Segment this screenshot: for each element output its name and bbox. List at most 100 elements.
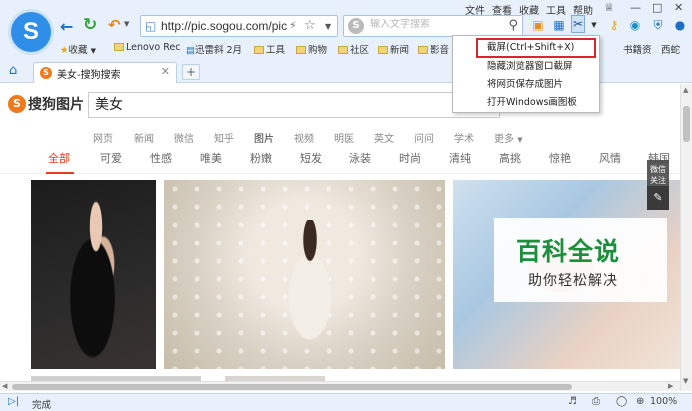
tab-academic[interactable]: 学术 xyxy=(454,130,474,145)
status-text: 完成 xyxy=(32,400,52,411)
tab-more[interactable]: 更多 ▼ xyxy=(494,130,523,145)
zoom-icon[interactable]: ⊕ xyxy=(636,396,644,407)
folder-icon xyxy=(254,46,264,54)
favorite-tools[interactable]: 工具 xyxy=(254,42,285,56)
category-cute[interactable]: 可爱 xyxy=(100,150,122,166)
tab-zhihu[interactable]: 知乎 xyxy=(214,130,234,145)
sogou-logo-icon: S xyxy=(8,95,26,113)
tab-images[interactable]: 图片 xyxy=(254,130,274,145)
zoom-level[interactable]: 100% xyxy=(650,396,677,407)
sogou-image-brand[interactable]: S 搜狗图片 xyxy=(8,94,84,114)
favorites-button[interactable]: ★收藏 ▼ xyxy=(60,42,96,56)
menu-item-save-page-as-image[interactable]: 将网页保存成图片 xyxy=(453,76,599,94)
maximize-icon[interactable]: □ xyxy=(652,1,662,14)
menu-item-screenshot[interactable]: 截屏(Ctrl+Shift+X) xyxy=(476,38,596,58)
home-icon[interactable]: ⌂ xyxy=(9,63,17,78)
undo-icon[interactable]: ↶ xyxy=(108,16,121,34)
image-result[interactable] xyxy=(31,180,156,369)
category-charm[interactable]: 风情 xyxy=(599,150,621,166)
menu-file[interactable]: 文件 xyxy=(465,2,485,17)
favorite-books[interactable]: 书籍资 xyxy=(623,42,652,56)
search-icon[interactable]: ⚲ xyxy=(508,18,518,33)
image-result[interactable] xyxy=(164,180,445,369)
favorite-xi[interactable]: 西蛇 xyxy=(661,42,680,56)
category-fashion[interactable]: 时尚 xyxy=(399,150,421,166)
status-bar: ▷| 完成 ♬ ⎙ ◯ ⊕ 100% xyxy=(0,393,692,411)
print-icon[interactable]: ⎙ xyxy=(592,396,600,407)
category-pink[interactable]: 粉嫩 xyxy=(250,150,272,166)
menu-item-hide-window-screenshot[interactable]: 隐藏浏览器窗口截屏 xyxy=(453,58,599,76)
address-dropdown-icon[interactable]: ▼ xyxy=(325,22,331,31)
favorite-shopping[interactable]: 购物 xyxy=(296,42,327,56)
scroll-right-icon[interactable]: ▶ xyxy=(668,382,673,390)
screenshot-scissors-icon[interactable]: ✂ xyxy=(571,15,585,33)
menu-favorites[interactable]: 收藏 xyxy=(519,2,539,17)
tab-web[interactable]: 网页 xyxy=(93,130,113,145)
address-url[interactable]: http://pic.sogou.com/pic xyxy=(161,19,287,33)
tab-wenwen[interactable]: 问问 xyxy=(414,130,434,145)
category-short-hair[interactable]: 短发 xyxy=(300,150,322,166)
translate-icon[interactable]: ◉ xyxy=(627,17,643,33)
favorite-community[interactable]: 社区 xyxy=(338,42,369,56)
tab-wechat[interactable]: 微信 xyxy=(174,130,194,145)
favorite-media[interactable]: 影音 xyxy=(418,42,449,56)
tab-title: 美女-搜狗搜索 xyxy=(57,70,121,81)
menu-view[interactable]: 查看 xyxy=(492,2,512,17)
scroll-left-icon[interactable]: ◀ xyxy=(2,382,7,390)
star-icon: ★ xyxy=(60,45,69,56)
active-tab-underline xyxy=(46,172,74,174)
category-tall[interactable]: 高挑 xyxy=(499,150,521,166)
close-icon[interactable]: ✕ xyxy=(674,1,683,14)
horizontal-scrollbar[interactable]: ◀ ▶ xyxy=(0,381,680,391)
tab-close-icon[interactable]: ✕ xyxy=(161,65,170,78)
search-box[interactable]: S ⚲ xyxy=(343,15,523,37)
category-swimwear[interactable]: 泳装 xyxy=(349,150,371,166)
screenshot-dropdown-icon[interactable]: ▼ xyxy=(586,17,602,33)
sidebar-toggle-icon[interactable]: ▷| xyxy=(8,396,19,407)
sogou-browser-logo[interactable]: S xyxy=(8,9,54,55)
category-all[interactable]: 全部 xyxy=(48,150,70,166)
feedback-edit-icon[interactable]: ✎ xyxy=(647,186,669,210)
save-page-icon[interactable]: ▦ xyxy=(551,17,567,33)
tab-video[interactable]: 视频 xyxy=(294,130,314,145)
favorite-lenovo[interactable]: Lenovo Rec xyxy=(114,42,181,53)
folder-icon xyxy=(296,46,306,54)
scroll-thumb[interactable] xyxy=(12,384,572,390)
back-arrow-icon[interactable]: ← xyxy=(60,17,73,36)
menu-help[interactable]: 帮助 xyxy=(573,2,593,17)
category-aesthetic[interactable]: 唯美 xyxy=(200,150,222,166)
scroll-thumb[interactable] xyxy=(683,106,690,142)
skin-icon[interactable]: ♕ xyxy=(604,1,614,14)
minimize-icon[interactable]: — xyxy=(630,1,641,14)
bookmark-star-icon[interactable]: ☆ xyxy=(304,18,316,33)
undo-dropdown-caret-icon[interactable]: ▼ xyxy=(124,20,129,28)
menu-globe-icon[interactable]: ● xyxy=(672,17,688,33)
category-pure[interactable]: 清纯 xyxy=(449,150,471,166)
tab-news[interactable]: 新闻 xyxy=(134,130,154,145)
shield-status-icon[interactable]: ◯ xyxy=(616,396,627,407)
category-sexy[interactable]: 性感 xyxy=(150,150,172,166)
download-icon[interactable]: ▣ xyxy=(530,17,546,33)
refresh-icon[interactable]: ↻ xyxy=(83,15,97,35)
scroll-up-icon[interactable]: ▲ xyxy=(683,86,688,94)
favorite-news[interactable]: 新闻 xyxy=(378,42,409,56)
search-input[interactable] xyxy=(370,19,500,30)
tab-medical[interactable]: 明医 xyxy=(334,130,354,145)
lightning-icon[interactable]: ⚡ xyxy=(289,19,297,32)
search-engine-icon[interactable]: S xyxy=(348,18,364,34)
key-icon[interactable]: ⚷ xyxy=(606,17,622,33)
more-caret-icon: ▼ xyxy=(517,136,523,144)
tab-english[interactable]: 英文 xyxy=(374,130,394,145)
address-bar[interactable]: ◱ http://pic.sogou.com/pic ⚡ ☆ ▼ xyxy=(140,15,338,37)
favorite-xunlei[interactable]: ▤迅雷斜 2月 xyxy=(186,42,242,56)
vertical-scrollbar[interactable]: ▲ ▼ xyxy=(680,84,692,391)
tab-active[interactable]: S 美女-搜狗搜索 ✕ xyxy=(33,62,177,83)
image-search-input[interactable]: 美女 xyxy=(88,92,500,118)
new-tab-button[interactable]: + xyxy=(182,64,200,80)
scroll-down-icon[interactable]: ▼ xyxy=(683,377,688,385)
security-shield-icon[interactable]: ⛨ xyxy=(650,17,666,33)
menu-item-open-paint[interactable]: 打开Windows画图板 xyxy=(453,94,599,112)
category-stunning[interactable]: 惊艳 xyxy=(549,150,571,166)
menu-tools[interactable]: 工具 xyxy=(546,2,566,17)
volume-icon[interactable]: ♬ xyxy=(568,396,577,407)
